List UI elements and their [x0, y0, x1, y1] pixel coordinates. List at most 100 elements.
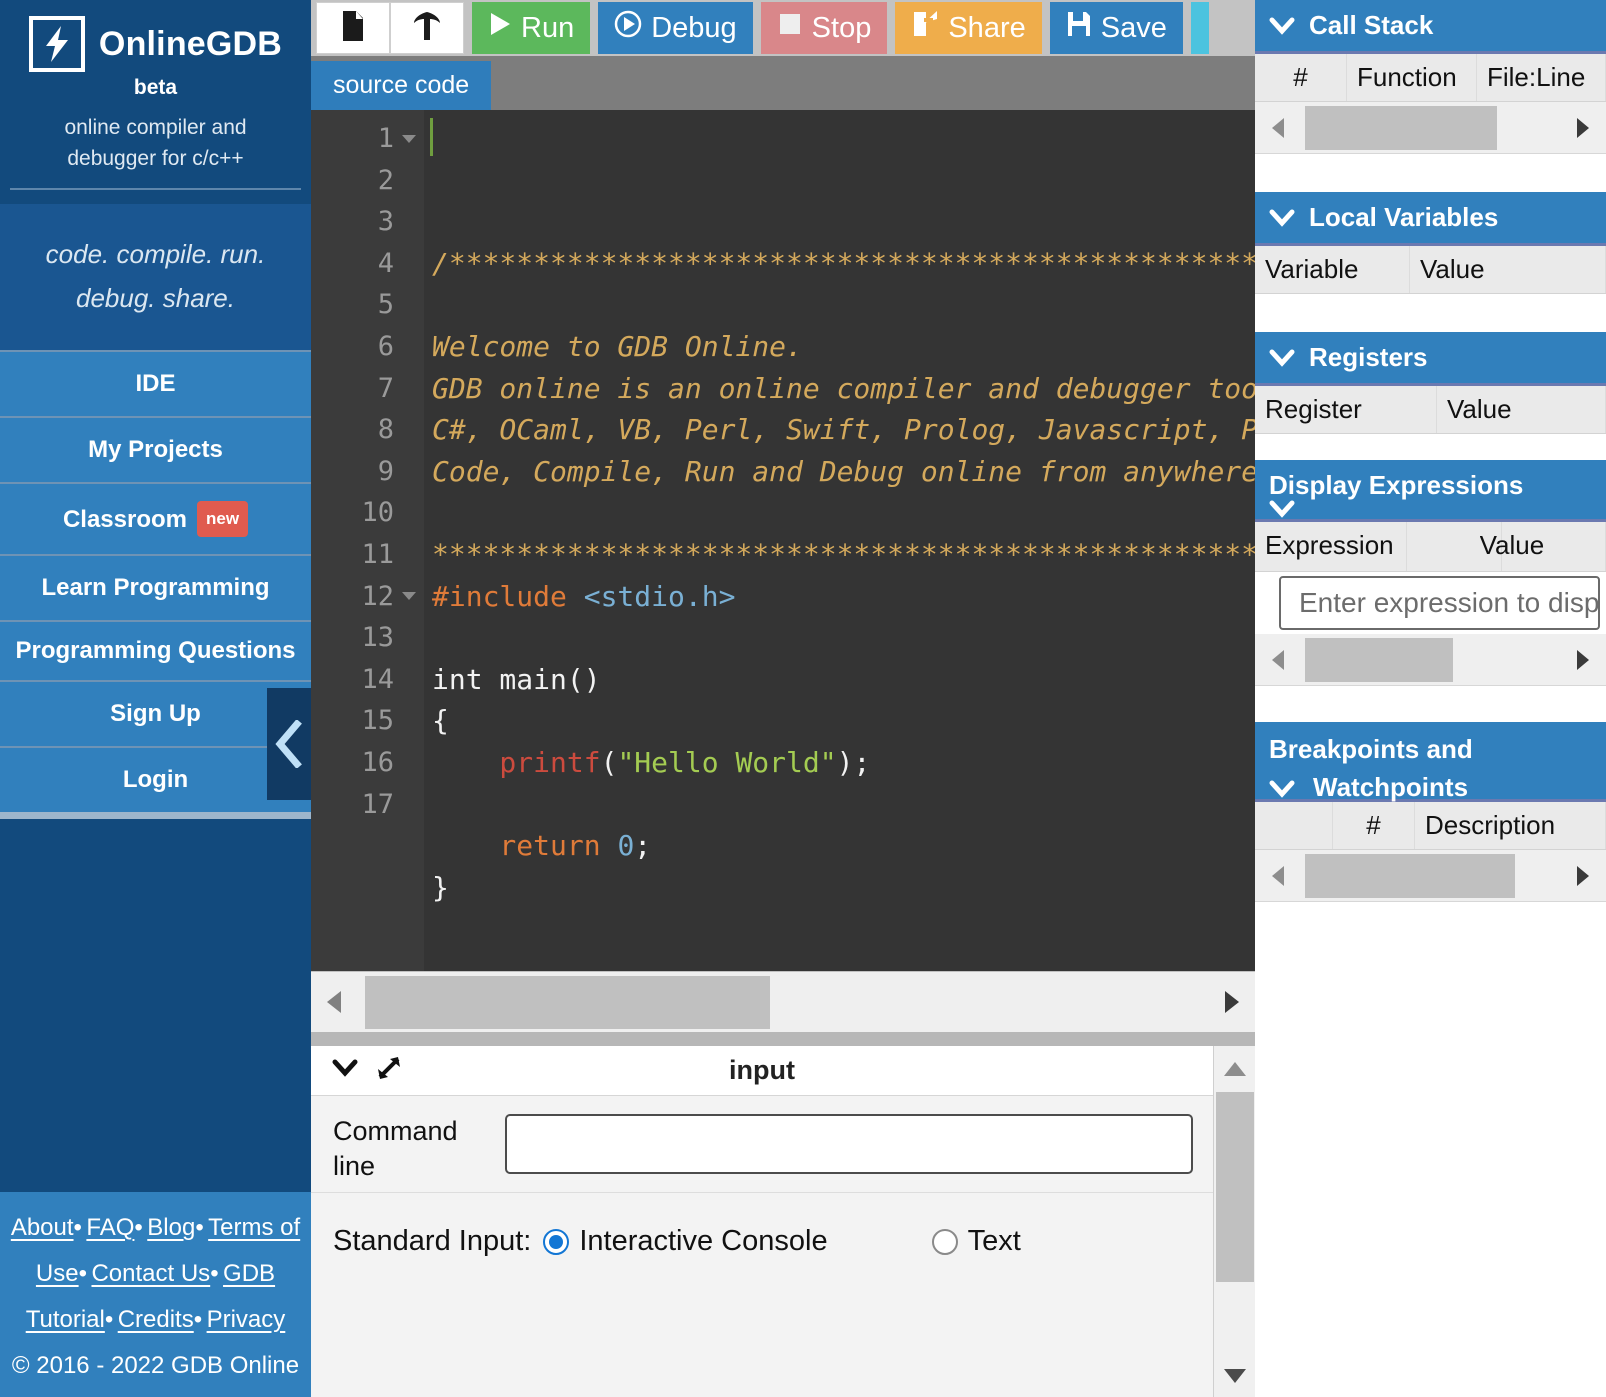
- panel-header-display-expressions[interactable]: Display Expressions: [1255, 460, 1606, 522]
- input-panel-expand-button[interactable]: [367, 1054, 411, 1087]
- code-token: );: [836, 745, 871, 779]
- scroll-left-arrow-icon[interactable]: [311, 989, 357, 1015]
- footer-sep: •: [134, 1214, 143, 1241]
- scroll-track[interactable]: [1301, 102, 1560, 154]
- floppy-disk-icon: [1066, 10, 1092, 46]
- input-panel-collapse-button[interactable]: [323, 1058, 367, 1083]
- line-number[interactable]: 3: [311, 201, 424, 243]
- sidebar-item-programming-questions[interactable]: Programming Questions: [0, 620, 311, 680]
- scroll-thumb[interactable]: [1305, 105, 1497, 150]
- scroll-right-arrow-icon[interactable]: [1560, 864, 1606, 888]
- code-editor[interactable]: 1 2 3 4 5 6 7 8 9 10 11 12 13 14 15 16 17 /*************…: [311, 110, 1255, 971]
- scroll-down-arrow-icon[interactable]: [1222, 1359, 1248, 1393]
- scroll-track[interactable]: [1301, 850, 1560, 902]
- scroll-left-arrow-icon[interactable]: [1255, 116, 1301, 140]
- command-args-row: Command line arguments:: [311, 1096, 1213, 1192]
- panel-header-local-variables[interactable]: Local Variables: [1255, 192, 1606, 246]
- tab-source-code[interactable]: source code: [311, 61, 492, 110]
- code-token: /***************************************…: [432, 246, 1255, 280]
- stop-button-label: Stop: [811, 11, 872, 44]
- stop-button[interactable]: Stop: [760, 2, 888, 54]
- radio-interactive-console[interactable]: [543, 1228, 570, 1255]
- sidebar-item-login[interactable]: Login: [0, 746, 311, 812]
- fold-triangle-icon[interactable]: [402, 134, 416, 143]
- save-button[interactable]: Save: [1049, 2, 1183, 54]
- sidebar-item-my-projects[interactable]: My Projects: [0, 416, 311, 482]
- line-number[interactable]: 5: [311, 284, 424, 326]
- scroll-track[interactable]: [357, 972, 1209, 1033]
- breakpoints-scrollbar[interactable]: [1255, 850, 1606, 902]
- sidebar-item-learn-programming[interactable]: Learn Programming: [0, 554, 311, 620]
- expression-input[interactable]: Enter expression to display: [1279, 576, 1600, 630]
- line-number[interactable]: 6: [311, 326, 424, 368]
- play-icon: [488, 11, 512, 45]
- radio-text[interactable]: [931, 1228, 958, 1255]
- scroll-thumb[interactable]: [365, 975, 770, 1029]
- column-header-enabled: [1255, 802, 1333, 849]
- command-args-input[interactable]: [505, 1114, 1193, 1174]
- input-panel-main: input Command line arguments: Standard I…: [311, 1046, 1213, 1397]
- scroll-right-arrow-icon[interactable]: [1209, 989, 1255, 1015]
- footer-link-faq[interactable]: FAQ: [86, 1214, 134, 1241]
- sidebar-collapse-button[interactable]: [267, 688, 311, 800]
- input-panel-vertical-scrollbar[interactable]: [1213, 1046, 1255, 1397]
- line-number[interactable]: 11: [311, 534, 424, 576]
- footer-link-privacy[interactable]: Privacy: [207, 1306, 286, 1333]
- panel-title: Display Expressions: [1269, 470, 1524, 500]
- debug-button[interactable]: Debug: [598, 2, 753, 54]
- sidebar-item-sign-up[interactable]: Sign Up: [0, 680, 311, 746]
- line-number[interactable]: 4: [311, 243, 424, 285]
- scroll-up-arrow-icon[interactable]: [1222, 1052, 1248, 1086]
- footer-link-credits[interactable]: Credits: [118, 1306, 194, 1333]
- line-number[interactable]: 8: [311, 409, 424, 451]
- footer-link-contact-us[interactable]: Contact Us: [91, 1260, 210, 1287]
- line-number[interactable]: 12: [311, 576, 424, 618]
- line-number[interactable]: 1: [311, 118, 424, 160]
- run-button[interactable]: Run: [472, 2, 591, 54]
- footer-link-about[interactable]: About: [11, 1214, 74, 1241]
- editor-horizontal-scrollbar[interactable]: [311, 971, 1255, 1032]
- sidebar-item-ide[interactable]: IDE: [0, 350, 311, 416]
- scroll-track[interactable]: [1301, 634, 1560, 686]
- column-header-value: Value: [1437, 386, 1606, 433]
- line-number[interactable]: 7: [311, 368, 424, 410]
- panel-header-registers[interactable]: Registers: [1255, 332, 1606, 386]
- line-number[interactable]: 14: [311, 659, 424, 701]
- breakpoints-table-header: # Description: [1255, 802, 1606, 850]
- scroll-thumb[interactable]: [1305, 853, 1515, 898]
- code-token: #include: [432, 579, 584, 613]
- line-number[interactable]: 16: [311, 742, 424, 784]
- scroll-left-arrow-icon[interactable]: [1255, 648, 1301, 672]
- scroll-thumb[interactable]: [1305, 637, 1453, 682]
- sidebar-item-classroom[interactable]: Classroom new: [0, 482, 311, 554]
- beautify-button[interactable]: [1190, 2, 1209, 54]
- line-number[interactable]: 9: [311, 451, 424, 493]
- scroll-right-arrow-icon[interactable]: [1560, 648, 1606, 672]
- panel-header-breakpoints-watchpoints[interactable]: Breakpoints and Watchpoints: [1255, 722, 1606, 802]
- code-content[interactable]: /***************************************…: [424, 110, 1255, 971]
- line-number[interactable]: 2: [311, 160, 424, 202]
- scroll-track[interactable]: [1214, 1086, 1256, 1359]
- call-stack-scrollbar[interactable]: [1255, 102, 1606, 154]
- panel-splitter[interactable]: [311, 1032, 1255, 1046]
- input-panel: input Command line arguments: Standard I…: [311, 1046, 1255, 1397]
- line-number[interactable]: 13: [311, 617, 424, 659]
- panel-header-call-stack[interactable]: Call Stack: [1255, 0, 1606, 54]
- line-number[interactable]: 10: [311, 492, 424, 534]
- lightning-bolt-icon: [28, 16, 85, 72]
- new-file-button[interactable]: [316, 2, 390, 54]
- share-button[interactable]: Share: [895, 2, 1042, 54]
- fold-triangle-icon[interactable]: [402, 592, 416, 601]
- footer-link-blog[interactable]: Blog: [147, 1214, 195, 1241]
- scroll-left-arrow-icon[interactable]: [1255, 864, 1301, 888]
- scroll-thumb[interactable]: [1215, 1092, 1254, 1282]
- display-expressions-scrollbar[interactable]: [1255, 634, 1606, 686]
- column-header-file-line: File:Line: [1477, 54, 1606, 101]
- sidebar-item-label: Learn Programming: [41, 574, 270, 601]
- scroll-right-arrow-icon[interactable]: [1560, 116, 1606, 140]
- upload-file-button[interactable]: [390, 2, 464, 54]
- code-token: {: [432, 704, 449, 738]
- line-number[interactable]: 17: [311, 784, 424, 826]
- line-number[interactable]: 15: [311, 700, 424, 742]
